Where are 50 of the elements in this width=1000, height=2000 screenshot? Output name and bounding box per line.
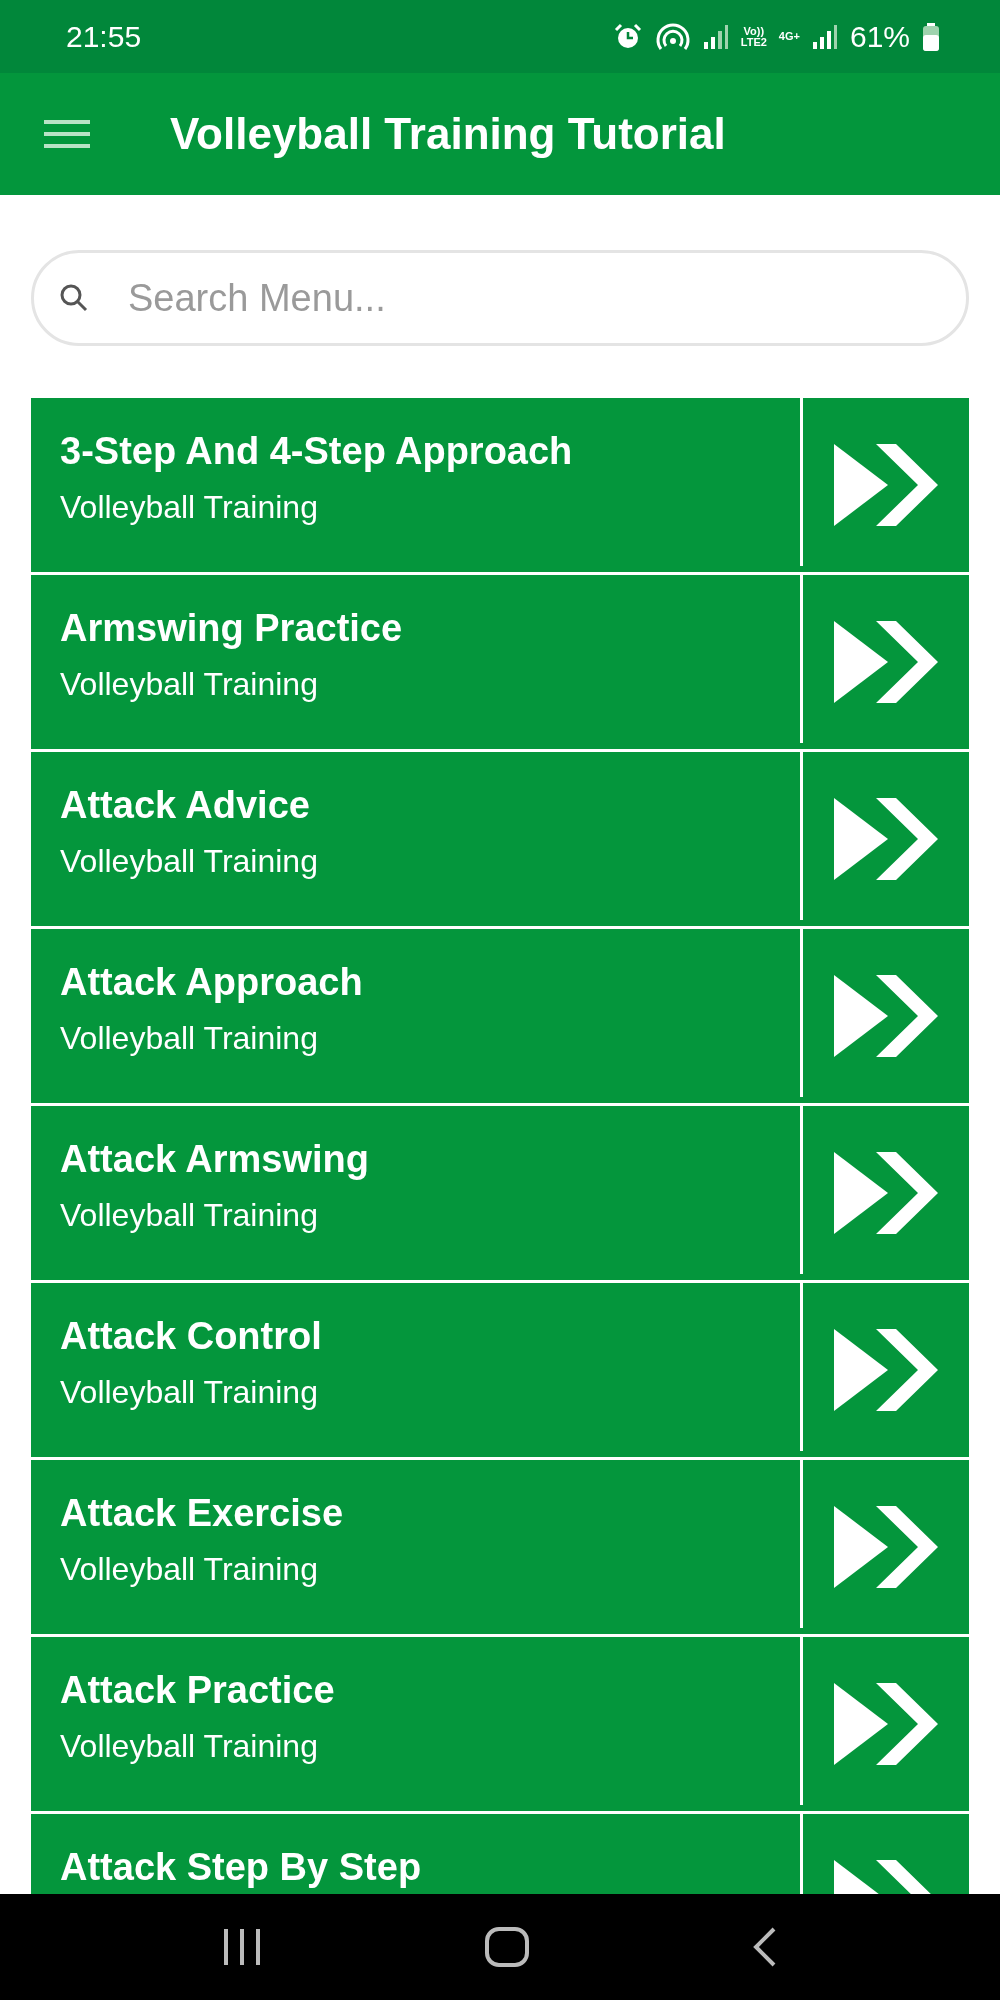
menu-item[interactable]: Attack Step By Step [31,1814,969,1894]
menu-item[interactable]: Attack Control Volleyball Training [31,1283,969,1457]
volte-label: Vo)) [743,25,765,37]
signal-icon [702,23,729,50]
item-title: Attack Control [60,1315,323,1358]
item-title: Attack Step By Step [60,1846,423,1889]
item-subtitle: Volleyball Training [60,489,319,526]
hotspot-icon [654,22,691,51]
menu-item[interactable]: Armswing Practice Volleyball Training [31,575,969,749]
double-arrow-icon[interactable] [834,621,938,703]
alarm-icon [612,22,643,51]
lte-label: LTE2 [740,36,767,48]
item-subtitle: Volleyball Training [60,1551,319,1588]
search-icon [59,283,89,313]
double-arrow-icon[interactable] [834,444,938,526]
double-arrow-icon[interactable] [834,1683,938,1765]
item-subtitle: Volleyball Training [60,1728,319,1765]
menu-item[interactable]: Attack Approach Volleyball Training [31,929,969,1103]
recents-icon[interactable] [221,1929,262,1965]
menu-item[interactable]: Attack Advice Volleyball Training [31,752,969,926]
item-title: Attack Exercise [60,1492,345,1535]
item-title: Attack Advice [60,784,311,827]
double-arrow-icon[interactable] [834,1506,938,1588]
menu-item[interactable]: Attack Armswing Volleyball Training [31,1106,969,1280]
double-arrow-icon[interactable] [834,975,938,1057]
item-subtitle: Volleyball Training [60,1020,319,1057]
search-field[interactable]: Search Menu... [31,250,969,346]
item-title: 3-Step And 4-Step Approach [60,430,574,473]
item-subtitle: Volleyball Training [60,843,319,880]
menu-item[interactable]: 3-Step And 4-Step Approach Volleyball Training [31,398,969,572]
double-arrow-icon[interactable] [834,1152,938,1234]
app-title: Volleyball Training Tutorial [170,109,726,159]
double-arrow-icon[interactable] [834,798,938,880]
menu-item[interactable]: Attack Practice Volleyball Training [31,1637,969,1811]
battery-percent: 61% [849,19,910,54]
network-label: 4G+ [778,31,800,42]
item-title: Attack Armswing [60,1138,370,1181]
double-arrow-icon[interactable] [834,1329,938,1411]
menu-icon[interactable] [44,119,90,149]
home-icon[interactable] [485,1927,529,1967]
menu-item[interactable]: Attack Exercise Volleyball Training [31,1460,969,1634]
item-subtitle: Volleyball Training [60,1197,319,1234]
item-subtitle: Volleyball Training [60,666,319,703]
item-title: Armswing Practice [60,607,404,650]
item-title: Attack Approach [60,961,364,1004]
item-title: Attack Practice [60,1669,336,1712]
signal-icon [811,23,838,50]
clock: 21:55 [66,19,142,54]
battery-icon [922,22,940,51]
item-subtitle: Volleyball Training [60,1374,319,1411]
